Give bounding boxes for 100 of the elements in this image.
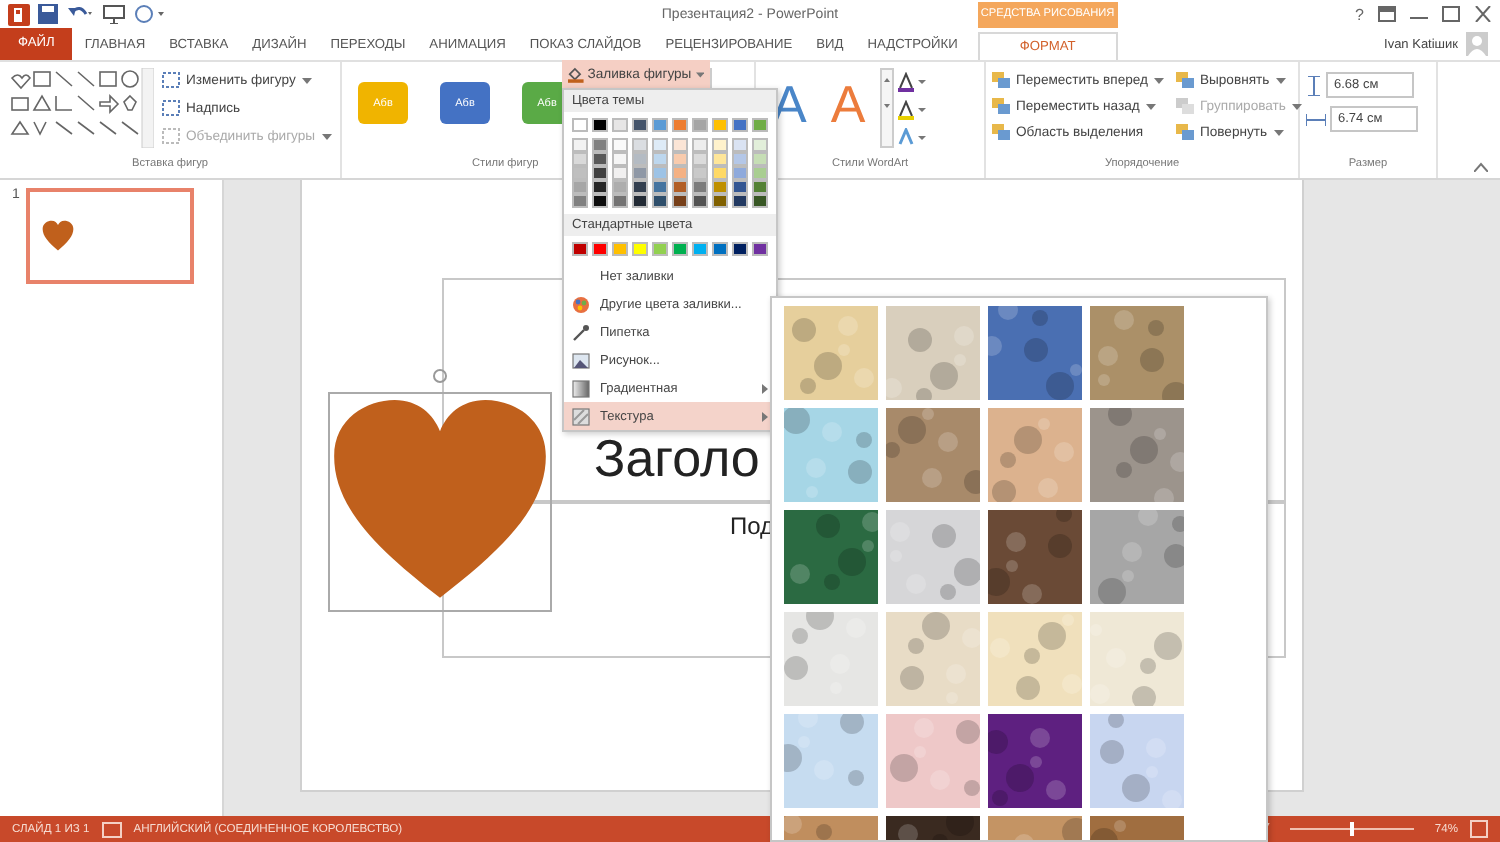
color-swatch[interactable] — [612, 118, 628, 132]
color-swatch[interactable] — [712, 152, 728, 166]
color-swatch[interactable] — [752, 180, 768, 194]
color-swatch[interactable] — [652, 152, 668, 166]
color-swatch[interactable] — [692, 194, 708, 208]
fit-slide-icon[interactable] — [1470, 820, 1488, 838]
color-swatch[interactable] — [572, 242, 588, 256]
color-swatch[interactable] — [592, 138, 608, 152]
slide-title[interactable]: Заголо — [594, 428, 760, 488]
texture-swatch[interactable] — [1090, 510, 1184, 604]
slide-thumbnail[interactable] — [25, 188, 194, 284]
color-swatch[interactable] — [632, 166, 648, 180]
texture-swatch[interactable] — [784, 306, 878, 400]
texture-swatch[interactable] — [886, 714, 980, 808]
color-swatch[interactable] — [592, 194, 608, 208]
color-swatch[interactable] — [572, 180, 588, 194]
texture-swatch[interactable] — [1090, 306, 1184, 400]
color-swatch[interactable] — [672, 152, 688, 166]
save-icon[interactable] — [38, 4, 58, 24]
maximize-icon[interactable] — [1442, 6, 1460, 22]
color-swatch[interactable] — [752, 118, 768, 132]
texture-swatch[interactable] — [988, 306, 1082, 400]
slideshow-icon[interactable] — [102, 4, 126, 24]
texture-swatch[interactable] — [1090, 612, 1184, 706]
color-swatch[interactable] — [712, 180, 728, 194]
close-icon[interactable] — [1474, 6, 1492, 22]
rotate-handle-icon[interactable] — [432, 368, 448, 384]
color-swatch[interactable] — [732, 152, 748, 166]
texture-swatch[interactable] — [886, 408, 980, 502]
texture-swatch[interactable] — [886, 612, 980, 706]
spelling-icon[interactable] — [101, 821, 122, 837]
texture-swatch[interactable] — [784, 408, 878, 502]
color-swatch[interactable] — [672, 194, 688, 208]
color-swatch[interactable] — [592, 242, 608, 256]
texture-swatch[interactable] — [784, 714, 878, 808]
color-swatch[interactable] — [632, 152, 648, 166]
color-swatch[interactable] — [692, 152, 708, 166]
color-swatch[interactable] — [652, 118, 668, 132]
color-swatch[interactable] — [692, 180, 708, 194]
collapse-ribbon-icon[interactable] — [1474, 162, 1488, 172]
text-outline-icon[interactable] — [897, 100, 926, 120]
color-swatch[interactable] — [692, 166, 708, 180]
color-swatch[interactable] — [632, 180, 648, 194]
color-swatch[interactable] — [652, 138, 668, 152]
color-swatch[interactable] — [692, 138, 708, 152]
text-fill-icon[interactable] — [897, 72, 926, 92]
color-swatch[interactable] — [612, 138, 628, 152]
shapes-gallery[interactable] — [6, 68, 154, 148]
texture-swatch[interactable] — [1090, 714, 1184, 808]
help-button[interactable]: ? — [1355, 5, 1364, 23]
color-swatch[interactable] — [612, 152, 628, 166]
color-swatch[interactable] — [652, 194, 668, 208]
color-swatch[interactable] — [672, 118, 688, 132]
texture-swatch[interactable] — [1090, 408, 1184, 502]
texture-swatch[interactable] — [988, 714, 1082, 808]
color-swatch[interactable] — [572, 118, 588, 132]
color-swatch[interactable] — [612, 194, 628, 208]
color-swatch[interactable] — [712, 118, 728, 132]
color-swatch[interactable] — [752, 152, 768, 166]
color-swatch[interactable] — [672, 138, 688, 152]
zoom-slider-thumb[interactable] — [1350, 822, 1355, 836]
color-swatch[interactable] — [592, 118, 608, 132]
texture-swatch[interactable] — [988, 612, 1082, 706]
ribbon-display-icon[interactable] — [1378, 6, 1396, 22]
color-swatch[interactable] — [672, 242, 688, 256]
touch-mode-icon[interactable] — [134, 4, 166, 24]
color-swatch[interactable] — [752, 138, 768, 152]
color-swatch[interactable] — [592, 152, 608, 166]
color-swatch[interactable] — [632, 242, 648, 256]
color-swatch[interactable] — [732, 194, 748, 208]
color-swatch[interactable] — [692, 242, 708, 256]
color-swatch[interactable] — [732, 180, 748, 194]
color-swatch[interactable] — [572, 138, 588, 152]
color-swatch[interactable] — [572, 194, 588, 208]
color-swatch[interactable] — [712, 138, 728, 152]
texture-swatch[interactable] — [784, 612, 878, 706]
color-swatch[interactable] — [652, 242, 668, 256]
texture-swatch[interactable] — [988, 408, 1082, 502]
color-swatch[interactable] — [592, 166, 608, 180]
color-swatch[interactable] — [732, 166, 748, 180]
texture-swatch[interactable] — [988, 510, 1082, 604]
color-swatch[interactable] — [632, 194, 648, 208]
app-logo-icon[interactable] — [8, 3, 30, 25]
color-swatch[interactable] — [572, 152, 588, 166]
color-swatch[interactable] — [632, 118, 648, 132]
color-swatch[interactable] — [732, 138, 748, 152]
color-swatch[interactable] — [612, 166, 628, 180]
texture-swatch[interactable] — [886, 306, 980, 400]
color-swatch[interactable] — [652, 180, 668, 194]
color-swatch[interactable] — [732, 242, 748, 256]
color-swatch[interactable] — [732, 118, 748, 132]
color-swatch[interactable] — [652, 166, 668, 180]
color-swatch[interactable] — [752, 242, 768, 256]
user-avatar-icon[interactable] — [1466, 32, 1488, 56]
color-swatch[interactable] — [612, 180, 628, 194]
color-swatch[interactable] — [752, 166, 768, 180]
color-swatch[interactable] — [632, 138, 648, 152]
color-swatch[interactable] — [752, 194, 768, 208]
color-swatch[interactable] — [692, 118, 708, 132]
color-swatch[interactable] — [672, 180, 688, 194]
